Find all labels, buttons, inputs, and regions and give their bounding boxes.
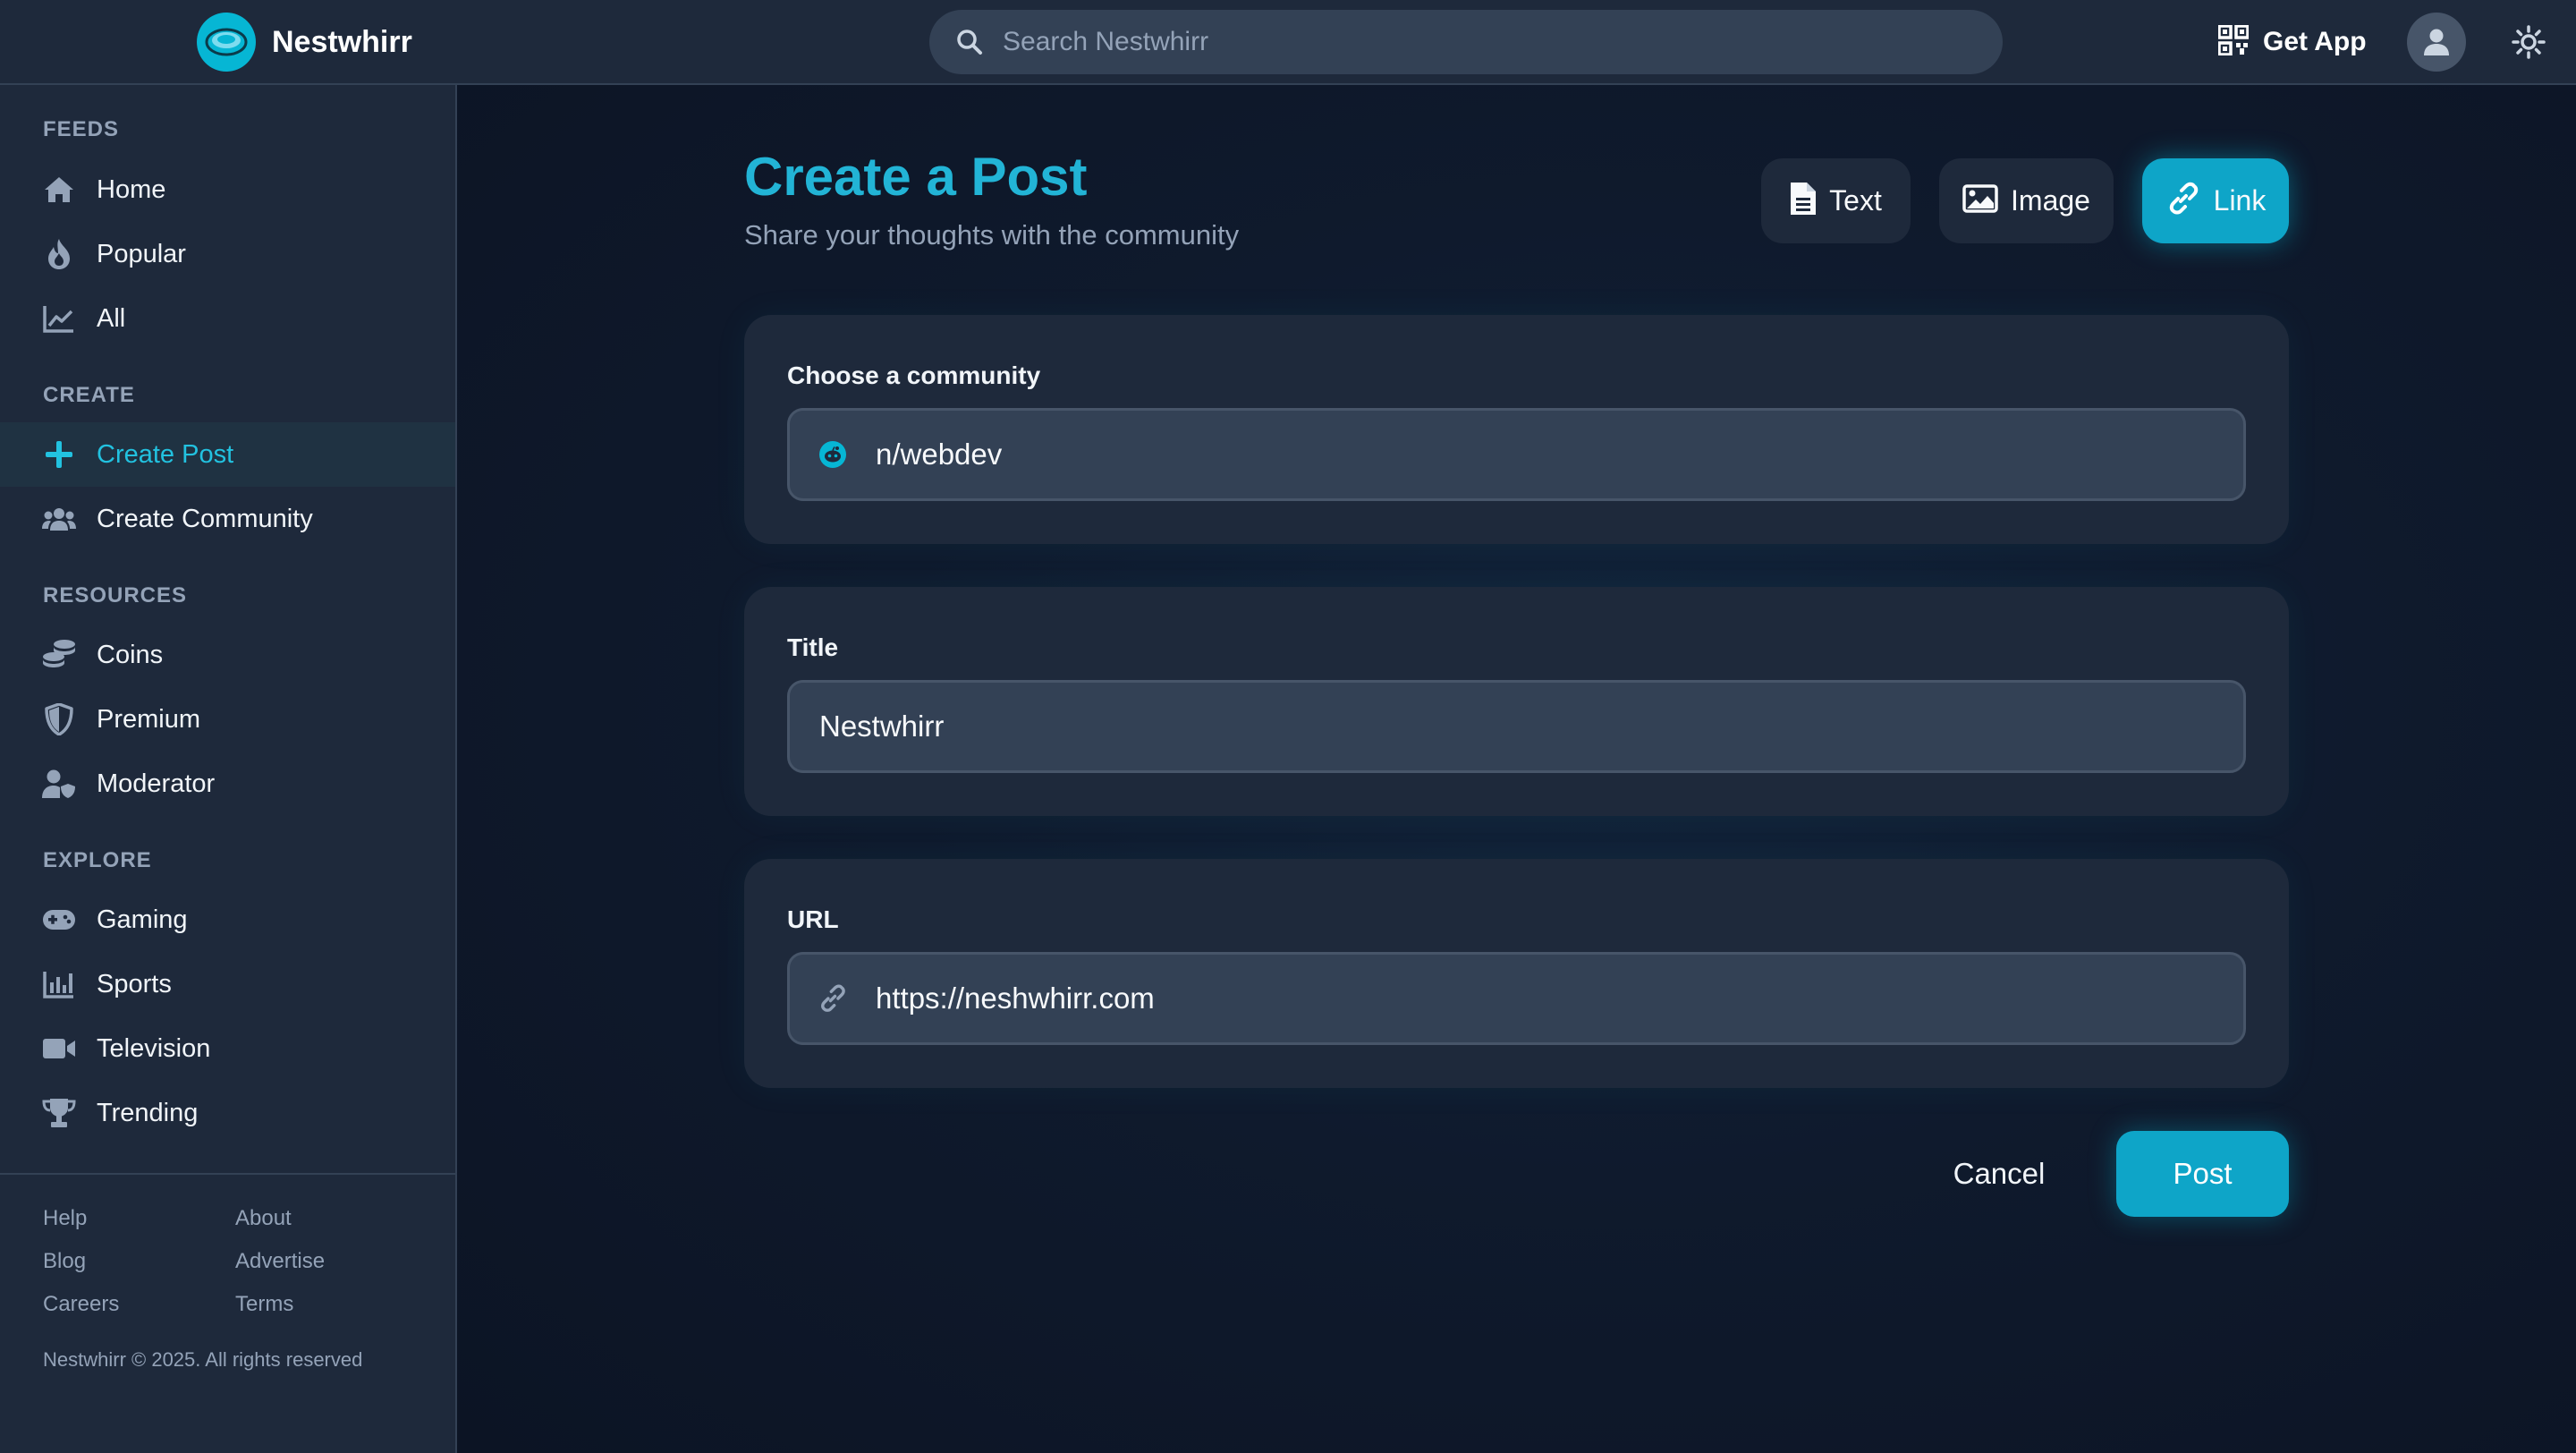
top-header: Nestwhirr Get App: [0, 0, 2576, 85]
title-card: Title: [744, 587, 2289, 816]
community-avatar-icon: [817, 438, 849, 471]
brand-logo-icon: [197, 13, 256, 72]
cancel-button[interactable]: Cancel: [1932, 1131, 2066, 1217]
user-shield-icon: [41, 766, 77, 802]
title-input[interactable]: [819, 700, 2161, 753]
sidebar-item-label: Coins: [97, 640, 164, 669]
community-card: Choose a community: [744, 315, 2289, 544]
get-app-button[interactable]: Get App: [2217, 20, 2367, 64]
plus-icon: [41, 437, 77, 472]
section-title-explore: EXPLORE: [43, 848, 152, 872]
sidebar-item-home[interactable]: Home: [0, 157, 455, 222]
image-icon: [1962, 184, 1998, 217]
home-icon: [41, 172, 77, 208]
search-input[interactable]: [1003, 15, 1969, 69]
shield-icon: [41, 701, 77, 737]
footer-link-blog[interactable]: Blog: [43, 1249, 86, 1274]
chart-line-icon: [41, 301, 77, 336]
post-type-label: Text: [1829, 184, 1882, 217]
community-input[interactable]: [876, 428, 2217, 481]
community-select[interactable]: [787, 408, 2246, 501]
sidebar-item-premium[interactable]: Premium: [0, 687, 455, 752]
trophy-icon: [41, 1095, 77, 1131]
sidebar-item-label: Television: [97, 1033, 211, 1063]
search-bar[interactable]: [929, 10, 2003, 74]
user-avatar-button[interactable]: [2407, 13, 2466, 72]
sidebar-item-create-post[interactable]: Create Post: [0, 422, 455, 487]
get-app-label: Get App: [2263, 27, 2367, 56]
brand[interactable]: Nestwhirr: [197, 13, 412, 72]
sidebar-item-label: Popular: [97, 239, 186, 268]
sidebar-item-sports[interactable]: Sports: [0, 952, 455, 1016]
sidebar-item-popular[interactable]: Popular: [0, 222, 455, 286]
url-label: URL: [787, 905, 839, 933]
video-icon: [41, 1031, 77, 1066]
post-type-text-button[interactable]: Text: [1761, 158, 1911, 243]
users-icon: [41, 501, 77, 537]
sidebar-item-label: All: [97, 303, 126, 333]
user-icon: [2424, 29, 2449, 55]
title-label: Title: [787, 633, 839, 661]
post-type-link-button[interactable]: Link: [2142, 158, 2289, 243]
title-field[interactable]: [787, 680, 2246, 773]
flame-icon: [41, 236, 77, 272]
brand-name: Nestwhirr: [272, 24, 412, 59]
section-title-resources: RESOURCES: [43, 583, 188, 608]
section-title-feeds: FEEDS: [43, 117, 120, 141]
url-input[interactable]: [876, 972, 2217, 1025]
sidebar-item-label: Create Community: [97, 504, 313, 533]
post-button[interactable]: Post: [2116, 1131, 2289, 1217]
sidebar-item-gaming[interactable]: Gaming: [0, 888, 455, 952]
copyright-text: Nestwhirr © 2025. All rights reserved: [43, 1348, 363, 1371]
footer-link-help[interactable]: Help: [43, 1206, 87, 1231]
link-icon: [2165, 181, 2201, 221]
sidebar: FEEDS Home Popular All CREATE Create Pos…: [0, 85, 457, 1453]
footer-link-advertise[interactable]: Advertise: [235, 1249, 325, 1274]
section-title-create: CREATE: [43, 383, 135, 407]
file-text-icon: [1790, 182, 1817, 220]
theme-toggle-button[interactable]: [2508, 21, 2549, 63]
sidebar-item-trending[interactable]: Trending: [0, 1081, 455, 1145]
url-card: URL: [744, 859, 2289, 1088]
post-type-label: Link: [2213, 184, 2267, 217]
sidebar-item-create-community[interactable]: Create Community: [0, 487, 455, 551]
link-icon: [817, 982, 849, 1015]
coins-icon: [41, 637, 77, 673]
url-field[interactable]: [787, 952, 2246, 1045]
sidebar-item-label: Trending: [97, 1098, 199, 1127]
page-title: Create a Post: [744, 147, 1088, 207]
bar-chart-icon: [41, 966, 77, 1002]
qr-code-icon: [2217, 23, 2250, 60]
sidebar-item-label: Create Post: [97, 439, 234, 469]
sidebar-item-moderator[interactable]: Moderator: [0, 752, 455, 816]
footer-link-about[interactable]: About: [235, 1206, 292, 1231]
gamepad-icon: [41, 902, 77, 938]
sidebar-item-label: Premium: [97, 704, 201, 734]
sidebar-divider: [0, 1173, 455, 1175]
sidebar-item-label: Sports: [97, 969, 172, 998]
sidebar-item-television[interactable]: Television: [0, 1016, 455, 1081]
community-label: Choose a community: [787, 361, 1041, 389]
search-icon: [956, 27, 987, 57]
sidebar-item-label: Gaming: [97, 905, 188, 934]
sidebar-item-all[interactable]: All: [0, 286, 455, 351]
footer-link-careers[interactable]: Careers: [43, 1292, 119, 1317]
page-subtitle: Share your thoughts with the community: [744, 219, 1240, 251]
footer-link-terms[interactable]: Terms: [235, 1292, 293, 1317]
sidebar-item-label: Moderator: [97, 769, 216, 798]
sun-icon: [2512, 25, 2546, 59]
sidebar-item-label: Home: [97, 174, 166, 204]
post-type-label: Image: [2011, 184, 2090, 217]
sidebar-item-coins[interactable]: Coins: [0, 623, 455, 687]
post-type-image-button[interactable]: Image: [1939, 158, 2114, 243]
